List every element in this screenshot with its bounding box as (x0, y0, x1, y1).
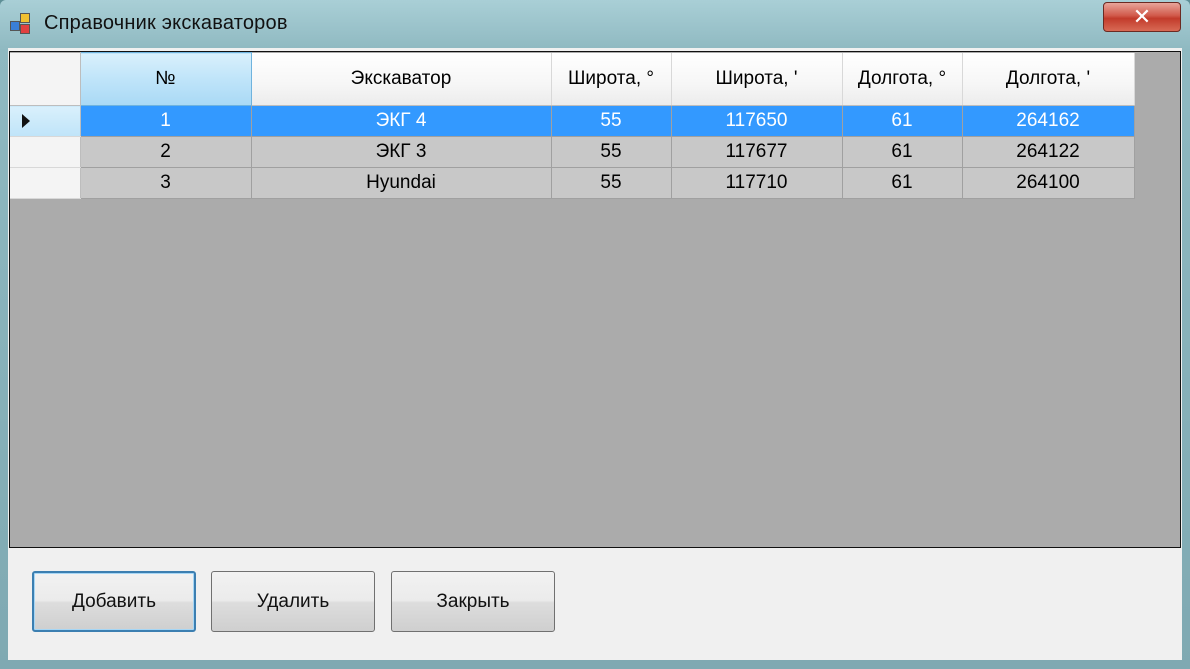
column-header-excavator[interactable]: Экскаватор (251, 52, 552, 106)
client-area: № Экскаватор Широта, ° Широта, ' Долгота… (8, 48, 1182, 660)
close-icon: ✕ (1132, 4, 1152, 29)
cell-latitude-minutes[interactable]: 117650 (671, 105, 843, 137)
window-title: Справочник экскаваторов (44, 12, 288, 34)
cell-number[interactable]: 2 (80, 136, 252, 168)
excavator-table: № Экскаватор Широта, ° Широта, ' Долгота… (10, 52, 1135, 199)
cell-longitude-degrees[interactable]: 61 (842, 105, 963, 137)
cell-longitude-minutes[interactable]: 264162 (962, 105, 1135, 137)
current-row-arrow-icon (22, 114, 30, 128)
excavator-directory-window: Справочник экскаваторов ✕ № Экскаватор Ш… (0, 0, 1190, 669)
delete-button[interactable]: Удалить (211, 571, 375, 632)
row-header[interactable] (10, 136, 81, 168)
cell-latitude-minutes[interactable]: 117710 (671, 167, 843, 199)
cell-excavator[interactable]: Hyundai (251, 167, 552, 199)
header-row: № Экскаватор Широта, ° Широта, ' Долгота… (10, 52, 1135, 106)
table-row[interactable]: 2 ЭКГ 3 55 117677 61 264122 (10, 136, 1135, 168)
title-bar[interactable]: Справочник экскаваторов ✕ (0, 0, 1190, 48)
cell-excavator[interactable]: ЭКГ 4 (251, 105, 552, 137)
cell-longitude-minutes[interactable]: 264122 (962, 136, 1135, 168)
table-row[interactable]: 3 Hyundai 55 117710 61 264100 (10, 167, 1135, 199)
header-corner[interactable] (10, 52, 81, 106)
close-window-button[interactable]: ✕ (1103, 2, 1181, 32)
cell-excavator[interactable]: ЭКГ 3 (251, 136, 552, 168)
cell-longitude-degrees[interactable]: 61 (842, 136, 963, 168)
cell-longitude-minutes[interactable]: 264100 (962, 167, 1135, 199)
column-header-latitude-minutes[interactable]: Широта, ' (671, 52, 843, 106)
cell-latitude-degrees[interactable]: 55 (551, 105, 672, 137)
add-button[interactable]: Добавить (32, 571, 196, 632)
cell-number[interactable]: 1 (80, 105, 252, 137)
cell-longitude-degrees[interactable]: 61 (842, 167, 963, 199)
row-header[interactable] (10, 167, 81, 199)
cell-latitude-degrees[interactable]: 55 (551, 167, 672, 199)
column-header-longitude-minutes[interactable]: Долгота, ' (962, 52, 1135, 106)
column-header-number[interactable]: № (79, 52, 252, 106)
close-button[interactable]: Закрыть (391, 571, 555, 632)
cell-latitude-degrees[interactable]: 55 (551, 136, 672, 168)
column-header-longitude-degrees[interactable]: Долгота, ° (842, 52, 963, 106)
cell-number[interactable]: 3 (80, 167, 252, 199)
table-row[interactable]: 1 ЭКГ 4 55 117650 61 264162 (10, 105, 1135, 137)
app-icon (10, 13, 34, 35)
cell-latitude-minutes[interactable]: 117677 (671, 136, 843, 168)
column-header-latitude-degrees[interactable]: Широта, ° (551, 52, 672, 106)
excavator-data-grid[interactable]: № Экскаватор Широта, ° Широта, ' Долгота… (9, 51, 1181, 548)
row-header[interactable] (10, 105, 81, 137)
